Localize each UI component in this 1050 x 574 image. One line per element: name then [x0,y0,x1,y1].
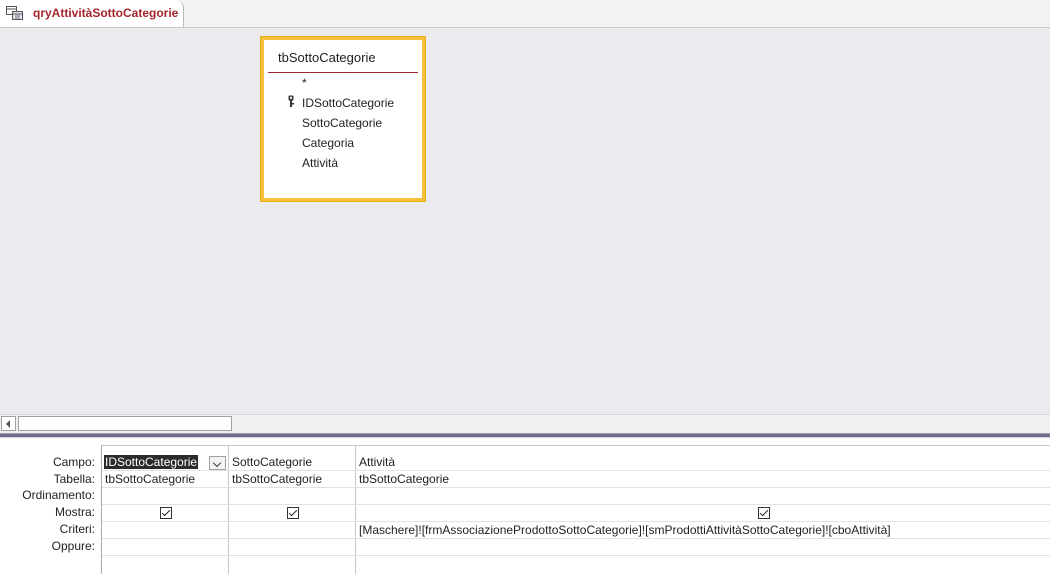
query-tab-label: qryAttivitàSottoCategorie [33,6,179,20]
grid-top-border [101,445,1050,446]
row-separator [102,504,1050,505]
query-design-area[interactable]: tbSottoCategorie * IDSottoCategorie Sott… [0,28,1050,413]
row-separator [102,487,1050,488]
query-tab[interactable]: qryAttivitàSottoCategorie [0,0,184,27]
query-design-grid: Campo: Tabella: Ordinamento: Mostra: Cri… [0,438,1050,574]
field-categoria[interactable]: Categoria [302,136,354,150]
row-separator [102,470,1050,471]
grid-field-cell-1[interactable]: IDSottoCategorie [104,455,199,469]
row-label-criteria: Criteri: [59,522,95,536]
field-all-columns[interactable]: * [302,76,307,90]
primary-key-icon [288,95,294,107]
row-separator [102,538,1050,539]
scrollbar-thumb[interactable] [18,416,232,431]
row-label-or: Oppure: [51,539,95,553]
row-label-show: Mostra: [54,505,95,519]
show-checkbox-3[interactable] [758,507,770,519]
row-label-table: Tabella: [53,472,95,486]
field-dropdown-button[interactable] [209,456,226,470]
grid-table-cell-3[interactable]: tbSottoCategorie [359,472,449,486]
field-idsottocategorie[interactable]: IDSottoCategorie [302,96,394,110]
show-checkbox-1[interactable] [160,507,172,519]
row-separator [102,555,1050,556]
grid-criteria-cell-3[interactable]: [Maschere]![frmAssociazioneProdottoSotto… [359,523,891,537]
table-field-list[interactable]: tbSottoCategorie * IDSottoCategorie Sott… [261,37,425,201]
grid-table-cell-1[interactable]: tbSottoCategorie [105,472,195,486]
row-separator [102,521,1050,522]
scroll-left-button[interactable] [1,416,16,431]
field-attivita[interactable]: Attività [302,156,338,170]
field-sottocategorie[interactable]: SottoCategorie [302,116,382,130]
horizontal-scrollbar[interactable] [0,414,1050,433]
table-title[interactable]: tbSottoCategorie [278,50,376,65]
row-label-sort: Ordinamento: [22,488,95,502]
grid-field-cell-3[interactable]: Attività [359,455,395,469]
row-label-field: Campo: [52,455,95,469]
table-title-divider [268,72,418,73]
show-checkbox-2[interactable] [287,507,299,519]
document-tab-strip: qryAttivitàSottoCategorie [0,0,1050,28]
query-icon [6,6,23,20]
grid-table-cell-2[interactable]: tbSottoCategorie [232,472,322,486]
grid-field-cell-2[interactable]: SottoCategorie [232,455,312,469]
